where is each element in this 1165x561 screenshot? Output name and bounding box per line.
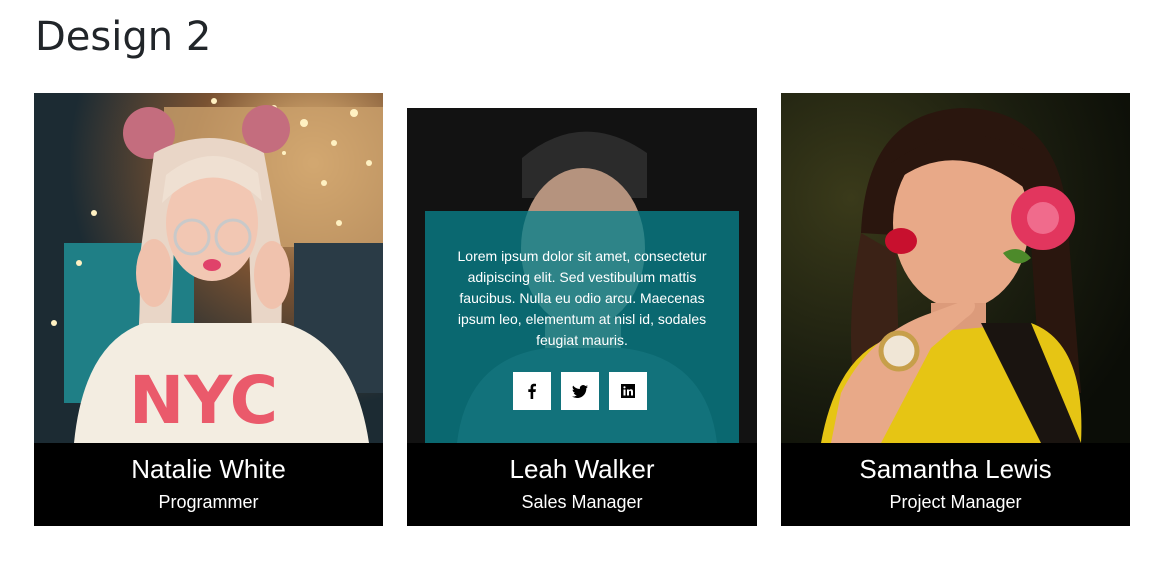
hover-overlay: Lorem ipsum dolor sit amet, consectetur …	[425, 211, 739, 443]
member-role: Project Manager	[889, 492, 1022, 512]
member-role: Sales Manager	[521, 492, 643, 512]
linkedin-icon	[621, 384, 635, 398]
member-bio: Lorem ipsum dolor sit amet, consectetur …	[457, 248, 707, 348]
team-card-leah-walker[interactable]: Lorem ipsum dolor sit amet, consectetur …	[407, 108, 757, 526]
twitter-button[interactable]	[561, 372, 599, 410]
social-links	[513, 372, 647, 410]
team-card-natalie-white[interactable]: NYC Natalie White Programmer	[34, 93, 383, 526]
card-caption: Natalie White Programmer	[34, 443, 383, 526]
profile-photo	[781, 93, 1130, 443]
member-role: Programmer	[158, 492, 259, 512]
member-name: Leah Walker	[509, 454, 655, 484]
linkedin-button[interactable]	[609, 372, 647, 410]
member-name: Natalie White	[131, 454, 286, 484]
card-caption: Samantha Lewis Project Manager	[781, 443, 1130, 526]
card-caption: Leah Walker Sales Manager	[407, 443, 757, 526]
page-title: Design 2	[35, 14, 212, 60]
svg-text:NYC: NYC	[129, 362, 278, 439]
profile-photo-image: NYC	[34, 93, 383, 443]
profile-photo-image	[781, 93, 1130, 443]
team-card-samantha-lewis[interactable]: Samantha Lewis Project Manager	[781, 93, 1130, 526]
profile-photo: NYC	[34, 93, 383, 443]
facebook-icon	[528, 383, 536, 399]
twitter-icon	[572, 385, 588, 398]
member-name: Samantha Lewis	[859, 454, 1052, 484]
facebook-button[interactable]	[513, 372, 551, 410]
